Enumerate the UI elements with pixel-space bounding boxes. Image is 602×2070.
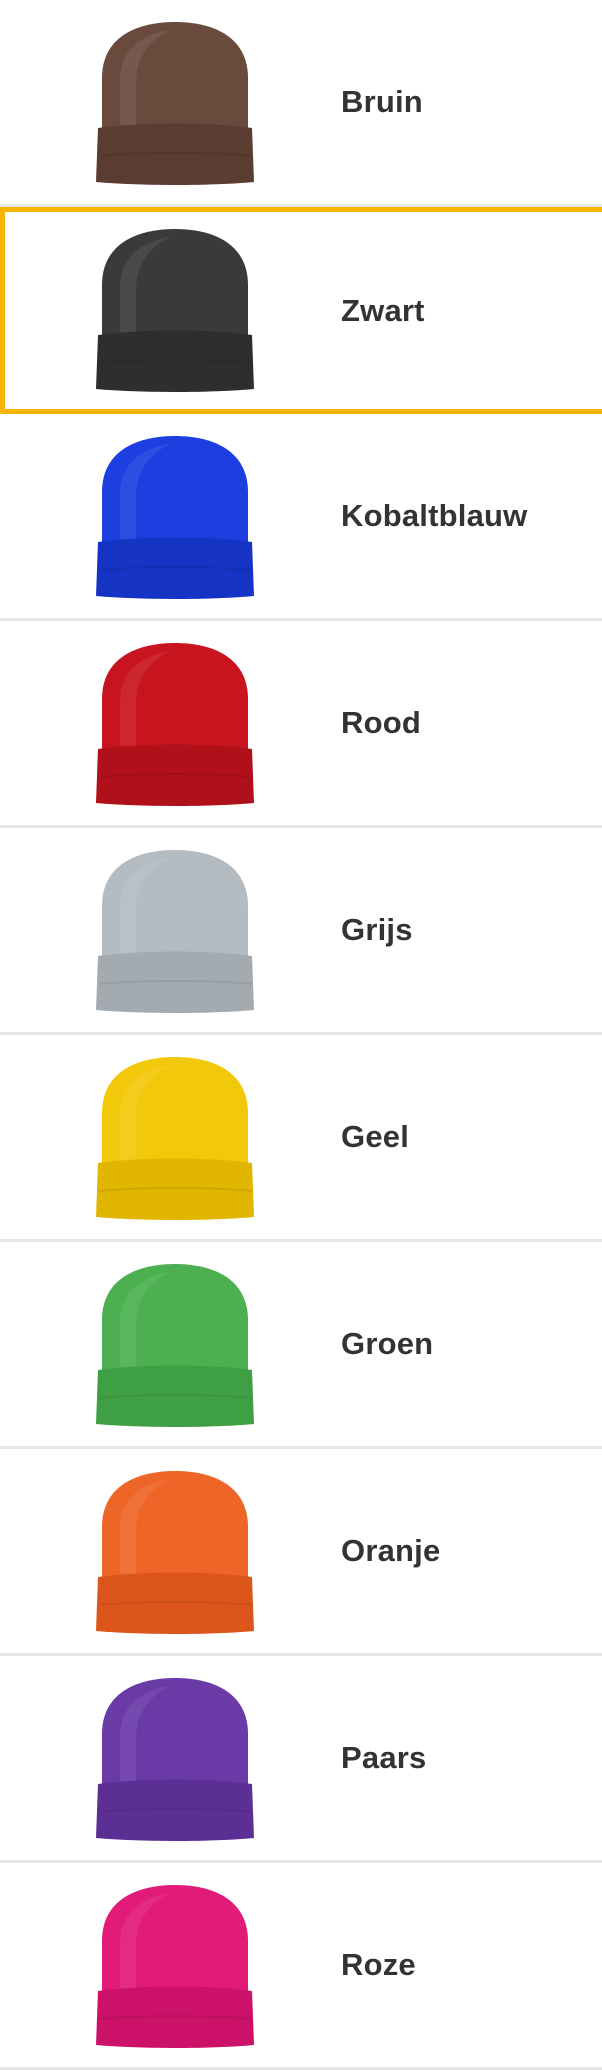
color-option-label: Paars [341, 1740, 427, 1775]
color-option-label: Kobaltblauw [341, 498, 528, 533]
color-option-label: Rood [341, 705, 421, 740]
color-option-rood[interactable]: Rood [0, 621, 602, 828]
color-option-kobaltblauw[interactable]: Kobaltblauw [0, 414, 602, 621]
color-option-bruin[interactable]: Bruin [0, 0, 602, 207]
color-option-label: Oranje [341, 1533, 441, 1568]
color-option-label: Grijs [341, 912, 413, 947]
color-option-geel[interactable]: Geel [0, 1035, 602, 1242]
color-option-label: Geel [341, 1119, 410, 1154]
color-option-label: Zwart [341, 293, 425, 328]
beanie-orange-icon [80, 1465, 270, 1640]
beanie-grey-icon [80, 844, 270, 1019]
beanie-green-icon [80, 1258, 270, 1433]
beanie-cobalt-blue-icon [80, 430, 270, 605]
beanie-brown-icon [80, 16, 270, 191]
color-option-oranje[interactable]: Oranje [0, 1449, 602, 1656]
beanie-purple-icon [80, 1672, 270, 1847]
beanie-yellow-icon [80, 1051, 270, 1226]
color-option-label: Roze [341, 1947, 416, 1982]
color-option-zwart[interactable]: Zwart [0, 207, 602, 414]
beanie-red-icon [80, 637, 270, 812]
color-option-roze[interactable]: Roze [0, 1863, 602, 2070]
color-option-grijs[interactable]: Grijs [0, 828, 602, 1035]
color-option-label: Groen [341, 1326, 434, 1361]
color-option-label: Bruin [341, 84, 423, 119]
color-option-list: Bruin Zwart Kobaltblauw Rood Grijs Geel … [0, 0, 602, 2070]
color-option-groen[interactable]: Groen [0, 1242, 602, 1449]
color-option-paars[interactable]: Paars [0, 1656, 602, 1863]
beanie-black-icon [80, 223, 270, 398]
beanie-pink-icon [80, 1879, 270, 2054]
